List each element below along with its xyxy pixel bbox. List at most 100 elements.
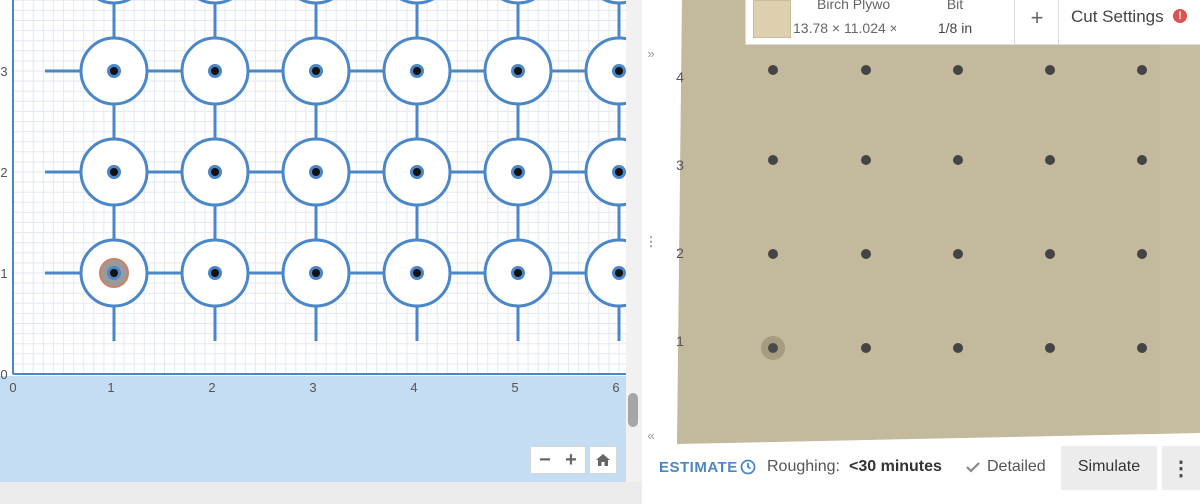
drilled-hole <box>953 65 963 75</box>
drag-handle-icon[interactable]: ⋮ <box>642 234 660 250</box>
hole-center <box>312 168 320 176</box>
roughing-label: Roughing: <box>767 458 840 475</box>
drilled-hole-center <box>953 343 963 353</box>
hole-node[interactable] <box>281 36 351 106</box>
drilled-hole <box>1137 155 1147 165</box>
canvas-status-strip <box>0 482 660 504</box>
drilled-hole <box>1137 343 1147 353</box>
drilled-hole-center <box>1137 155 1147 165</box>
more-icon: ⋮ <box>1171 458 1191 480</box>
clock-icon[interactable] <box>740 459 756 475</box>
bit-selector[interactable]: Bit 1/8 in <box>896 0 1014 44</box>
hole-center <box>615 168 623 176</box>
drilled-hole <box>1045 155 1055 165</box>
drilled-hole-center <box>1045 249 1055 259</box>
y-tick-label: 1 <box>0 266 7 281</box>
hole-node[interactable] <box>483 36 553 106</box>
hole-node[interactable] <box>180 137 250 207</box>
drilled-hole <box>761 336 785 360</box>
material-swatch <box>753 0 791 38</box>
estimate-label: ESTIMATE <box>659 459 738 476</box>
hole-node[interactable] <box>79 36 149 106</box>
check-icon <box>966 462 980 473</box>
hole-center <box>211 67 219 75</box>
drilled-hole-center <box>1137 65 1147 75</box>
bit-label: Bit <box>946 0 964 12</box>
design-canvas[interactable]: 0 1 2 3 4 5 6 0 1 2 3 <box>0 0 626 482</box>
drilled-hole-center <box>953 249 963 259</box>
hole-node[interactable] <box>79 137 149 207</box>
roughing-estimate: <30 minutes <box>849 458 942 475</box>
hole-node[interactable] <box>483 137 553 207</box>
hole-node[interactable] <box>483 238 553 308</box>
hole-center <box>312 67 320 75</box>
drilled-hole <box>1045 249 1055 259</box>
y-tick-label: 3 <box>0 64 7 79</box>
pane-divider[interactable]: » ⋮ « <box>642 0 660 504</box>
bit-value: 1/8 in <box>937 20 973 36</box>
drilled-hole-center <box>953 155 963 165</box>
hole-center <box>211 168 219 176</box>
drilled-hole-center <box>953 65 963 75</box>
add-icon: + <box>1030 5 1044 30</box>
hole-node[interactable] <box>281 137 351 207</box>
hole-center <box>211 269 219 277</box>
preview-y-tick: 3 <box>676 157 684 173</box>
alert-symbol: ! <box>1178 10 1182 22</box>
x-tick-label: 2 <box>208 380 215 395</box>
collapse-left-icon[interactable]: « <box>642 428 660 443</box>
expand-right-icon[interactable]: » <box>642 46 660 61</box>
zoom-in-button[interactable]: + <box>558 447 584 473</box>
hole-center <box>110 67 118 75</box>
hole-node[interactable] <box>382 36 452 106</box>
hole-center <box>615 269 623 277</box>
hole-node[interactable] <box>180 36 250 106</box>
hole-node[interactable] <box>281 238 351 308</box>
cut-settings-button[interactable]: Cut Settings ! <box>1058 0 1200 44</box>
x-tick-label: 5 <box>511 380 518 395</box>
more-options-button[interactable]: ⋮ <box>1162 446 1200 490</box>
drilled-hole-center <box>1137 249 1147 259</box>
material-dimensions: 13.78 × 11.024 × <box>793 20 898 36</box>
drilled-hole <box>861 249 871 259</box>
hole-center <box>312 269 320 277</box>
drilled-hole <box>1137 65 1147 75</box>
drilled-hole <box>1045 343 1055 353</box>
project-toolbar: Birch Plywo 13.78 × 11.024 × Bit 1/8 in … <box>745 0 1200 45</box>
hole-node[interactable] <box>382 137 452 207</box>
hole-center <box>110 168 118 176</box>
design-canvas-svg[interactable]: 0 1 2 3 4 5 6 0 1 2 3 <box>0 0 626 482</box>
drilled-hole-center <box>768 343 778 353</box>
drilled-hole-center <box>861 65 871 75</box>
plywood-edge <box>1160 0 1200 433</box>
hole-node[interactable] <box>79 238 149 308</box>
drilled-hole-center <box>861 249 871 259</box>
hole-node[interactable] <box>382 238 452 308</box>
drilled-hole-center <box>768 155 778 165</box>
drilled-hole <box>768 249 778 259</box>
drilled-hole <box>768 65 778 75</box>
hole-center <box>413 67 421 75</box>
home-view-button[interactable] <box>589 446 617 474</box>
hole-center <box>615 67 623 75</box>
zoom-out-button[interactable]: − <box>532 447 558 473</box>
carve-preview-svg: 012341234 <box>660 0 1200 444</box>
drilled-hole <box>953 343 963 353</box>
drilled-hole <box>768 155 778 165</box>
add-bit-button[interactable]: + <box>1014 0 1059 44</box>
hole-center <box>514 67 522 75</box>
detailed-label: Detailed <box>987 458 1046 475</box>
preview-y-tick: 4 <box>676 69 684 85</box>
carve-preview[interactable]: 012341234 <box>660 0 1200 444</box>
hole-center <box>514 168 522 176</box>
material-selector[interactable]: Birch Plywo 13.78 × 11.024 × <box>746 0 898 44</box>
hole-node[interactable] <box>180 238 250 308</box>
drilled-hole-center <box>768 65 778 75</box>
simulate-button[interactable]: Simulate <box>1061 446 1157 490</box>
y-tick-label: 2 <box>0 165 7 180</box>
drilled-hole-center <box>1045 65 1055 75</box>
hole-center <box>413 269 421 277</box>
drilled-hole <box>1045 65 1055 75</box>
canvas-scrollbar-thumb[interactable] <box>628 393 638 427</box>
hole-center <box>514 269 522 277</box>
